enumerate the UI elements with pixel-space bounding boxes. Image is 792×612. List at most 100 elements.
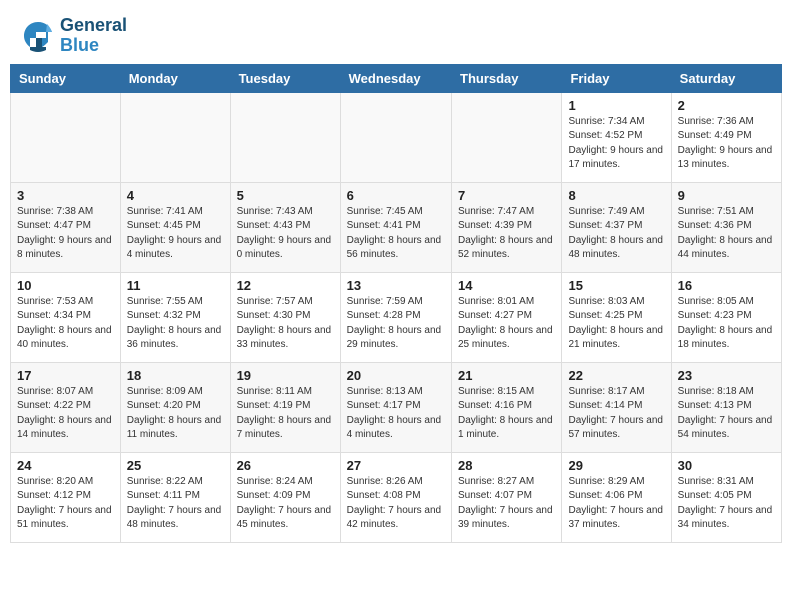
day-number: 3 (17, 188, 114, 203)
day-number: 26 (237, 458, 334, 473)
calendar-cell: 5 Sunrise: 7:43 AM Sunset: 4:43 PM Daylig… (230, 182, 340, 272)
day-info: Sunrise: 7:59 AM Sunset: 4:28 PM Dayligh… (347, 295, 445, 353)
day-number: 17 (17, 368, 114, 383)
calendar-cell: 30Sunrise: 8:31 AM Sunset: 4:05 PM Dayli… (671, 452, 781, 542)
calendar-cell: 23 Sunrise: 8:18 AM Sunset: 4:13 PM Dayli… (671, 362, 781, 452)
calendar-cell: 3Sunrise: 7:38 AM Sunset: 4:47 PM Daylig… (11, 182, 121, 272)
calendar-cell: 27Sunrise: 8:26 AM Sunset: 4:08 PM Dayli… (340, 452, 451, 542)
week-row-3: 10 Sunrise: 7:53 AM Sunset: 4:34 PM Dayli… (11, 272, 782, 362)
day-number: 1 (568, 98, 664, 113)
day-header-monday: Monday (120, 64, 230, 92)
day-number: 6 (347, 188, 445, 203)
calendar-cell: 9 Sunrise: 7:51 AM Sunset: 4:36 PM Daylig… (671, 182, 781, 272)
day-info: Sunrise: 7:47 AM Sunset: 4:39 PM Dayligh… (458, 205, 555, 263)
day-info: Sunrise: 8:15 AM Sunset: 4:16 PM Dayligh… (458, 385, 555, 443)
day-number: 2 (678, 98, 775, 113)
calendar-cell: 24 Sunrise: 8:20 AM Sunset: 4:12 PM Dayli… (11, 452, 121, 542)
day-number: 30 (678, 458, 775, 473)
day-header-thursday: Thursday (452, 64, 562, 92)
day-header-sunday: Sunday (11, 64, 121, 92)
day-info: Sunrise: 7:41 AM Sunset: 4:45 PM Dayligh… (127, 205, 224, 263)
calendar-cell: 15Sunrise: 8:03 AM Sunset: 4:25 PM Dayli… (562, 272, 671, 362)
day-info: Sunrise: 7:57 AM Sunset: 4:30 PM Dayligh… (237, 295, 334, 353)
calendar-cell: 1 Sunrise: 7:34 AM Sunset: 4:52 PM Daylig… (562, 92, 671, 182)
calendar-cell: 16 Sunrise: 8:05 AM Sunset: 4:23 PM Dayli… (671, 272, 781, 362)
day-header-tuesday: Tuesday (230, 64, 340, 92)
day-number: 5 (237, 188, 334, 203)
day-number: 25 (127, 458, 224, 473)
calendar-cell: 29Sunrise: 8:29 AM Sunset: 4:06 PM Dayli… (562, 452, 671, 542)
day-number: 22 (568, 368, 664, 383)
calendar-cell: 25 Sunrise: 8:22 AM Sunset: 4:11 PM Dayli… (120, 452, 230, 542)
calendar-cell: 28 Sunrise: 8:27 AM Sunset: 4:07 PM Dayli… (452, 452, 562, 542)
calendar-wrapper: SundayMondayTuesdayWednesdayThursdayFrid… (0, 64, 792, 553)
day-number: 20 (347, 368, 445, 383)
day-number: 11 (127, 278, 224, 293)
calendar-header-row: SundayMondayTuesdayWednesdayThursdayFrid… (11, 64, 782, 92)
day-info: Sunrise: 7:51 AM Sunset: 4:36 PM Dayligh… (678, 205, 775, 263)
day-number: 14 (458, 278, 555, 293)
page-header: General Blue (0, 0, 792, 64)
logo: General Blue (20, 16, 127, 56)
calendar-cell: 14 Sunrise: 8:01 AM Sunset: 4:27 PM Dayli… (452, 272, 562, 362)
day-info: Sunrise: 8:24 AM Sunset: 4:09 PM Dayligh… (237, 475, 334, 533)
day-info: Sunrise: 7:36 AM Sunset: 4:49 PM Dayligh… (678, 115, 775, 173)
day-number: 12 (237, 278, 334, 293)
calendar-cell (452, 92, 562, 182)
calendar-cell: 10 Sunrise: 7:53 AM Sunset: 4:34 PM Dayli… (11, 272, 121, 362)
day-number: 24 (17, 458, 114, 473)
day-number: 28 (458, 458, 555, 473)
calendar-cell: 18 Sunrise: 8:09 AM Sunset: 4:20 PM Dayli… (120, 362, 230, 452)
day-info: Sunrise: 8:07 AM Sunset: 4:22 PM Dayligh… (17, 385, 114, 443)
day-info: Sunrise: 8:22 AM Sunset: 4:11 PM Dayligh… (127, 475, 224, 533)
day-number: 23 (678, 368, 775, 383)
calendar-cell: 17 Sunrise: 8:07 AM Sunset: 4:22 PM Dayli… (11, 362, 121, 452)
day-header-saturday: Saturday (671, 64, 781, 92)
day-info: Sunrise: 8:11 AM Sunset: 4:19 PM Dayligh… (237, 385, 334, 443)
day-info: Sunrise: 7:43 AM Sunset: 4:43 PM Dayligh… (237, 205, 334, 263)
calendar-cell: 2 Sunrise: 7:36 AM Sunset: 4:49 PM Daylig… (671, 92, 781, 182)
week-row-4: 17 Sunrise: 8:07 AM Sunset: 4:22 PM Dayli… (11, 362, 782, 452)
week-row-2: 3Sunrise: 7:38 AM Sunset: 4:47 PM Daylig… (11, 182, 782, 272)
calendar-cell: 13Sunrise: 7:59 AM Sunset: 4:28 PM Dayli… (340, 272, 451, 362)
day-info: Sunrise: 8:05 AM Sunset: 4:23 PM Dayligh… (678, 295, 775, 353)
day-number: 8 (568, 188, 664, 203)
calendar-body: 1 Sunrise: 7:34 AM Sunset: 4:52 PM Daylig… (11, 92, 782, 542)
day-info: Sunrise: 7:49 AM Sunset: 4:37 PM Dayligh… (568, 205, 664, 263)
calendar-cell (11, 92, 121, 182)
day-number: 4 (127, 188, 224, 203)
calendar-cell: 4 Sunrise: 7:41 AM Sunset: 4:45 PM Daylig… (120, 182, 230, 272)
day-info: Sunrise: 7:53 AM Sunset: 4:34 PM Dayligh… (17, 295, 114, 353)
day-number: 9 (678, 188, 775, 203)
logo-line2: Blue (60, 36, 127, 56)
day-number: 16 (678, 278, 775, 293)
calendar-cell (230, 92, 340, 182)
day-info: Sunrise: 8:01 AM Sunset: 4:27 PM Dayligh… (458, 295, 555, 353)
day-info: Sunrise: 8:27 AM Sunset: 4:07 PM Dayligh… (458, 475, 555, 533)
day-number: 10 (17, 278, 114, 293)
calendar-cell (120, 92, 230, 182)
calendar-cell: 20Sunrise: 8:13 AM Sunset: 4:17 PM Dayli… (340, 362, 451, 452)
day-info: Sunrise: 7:34 AM Sunset: 4:52 PM Dayligh… (568, 115, 664, 173)
logo-text: General Blue (60, 16, 127, 56)
calendar-cell: 7Sunrise: 7:47 AM Sunset: 4:39 PM Daylig… (452, 182, 562, 272)
day-number: 29 (568, 458, 664, 473)
day-number: 27 (347, 458, 445, 473)
day-info: Sunrise: 8:18 AM Sunset: 4:13 PM Dayligh… (678, 385, 775, 443)
calendar-cell: 6Sunrise: 7:45 AM Sunset: 4:41 PM Daylig… (340, 182, 451, 272)
day-number: 21 (458, 368, 555, 383)
day-info: Sunrise: 8:09 AM Sunset: 4:20 PM Dayligh… (127, 385, 224, 443)
day-info: Sunrise: 8:17 AM Sunset: 4:14 PM Dayligh… (568, 385, 664, 443)
day-number: 18 (127, 368, 224, 383)
calendar-cell: 22 Sunrise: 8:17 AM Sunset: 4:14 PM Dayli… (562, 362, 671, 452)
day-header-friday: Friday (562, 64, 671, 92)
week-row-5: 24 Sunrise: 8:20 AM Sunset: 4:12 PM Dayli… (11, 452, 782, 542)
logo-icon (20, 18, 56, 54)
day-header-wednesday: Wednesday (340, 64, 451, 92)
day-info: Sunrise: 8:20 AM Sunset: 4:12 PM Dayligh… (17, 475, 114, 533)
calendar-cell: 19Sunrise: 8:11 AM Sunset: 4:19 PM Dayli… (230, 362, 340, 452)
calendar-cell: 8 Sunrise: 7:49 AM Sunset: 4:37 PM Daylig… (562, 182, 671, 272)
calendar-cell: 26 Sunrise: 8:24 AM Sunset: 4:09 PM Dayli… (230, 452, 340, 542)
calendar-cell: 11Sunrise: 7:55 AM Sunset: 4:32 PM Dayli… (120, 272, 230, 362)
week-row-1: 1 Sunrise: 7:34 AM Sunset: 4:52 PM Daylig… (11, 92, 782, 182)
